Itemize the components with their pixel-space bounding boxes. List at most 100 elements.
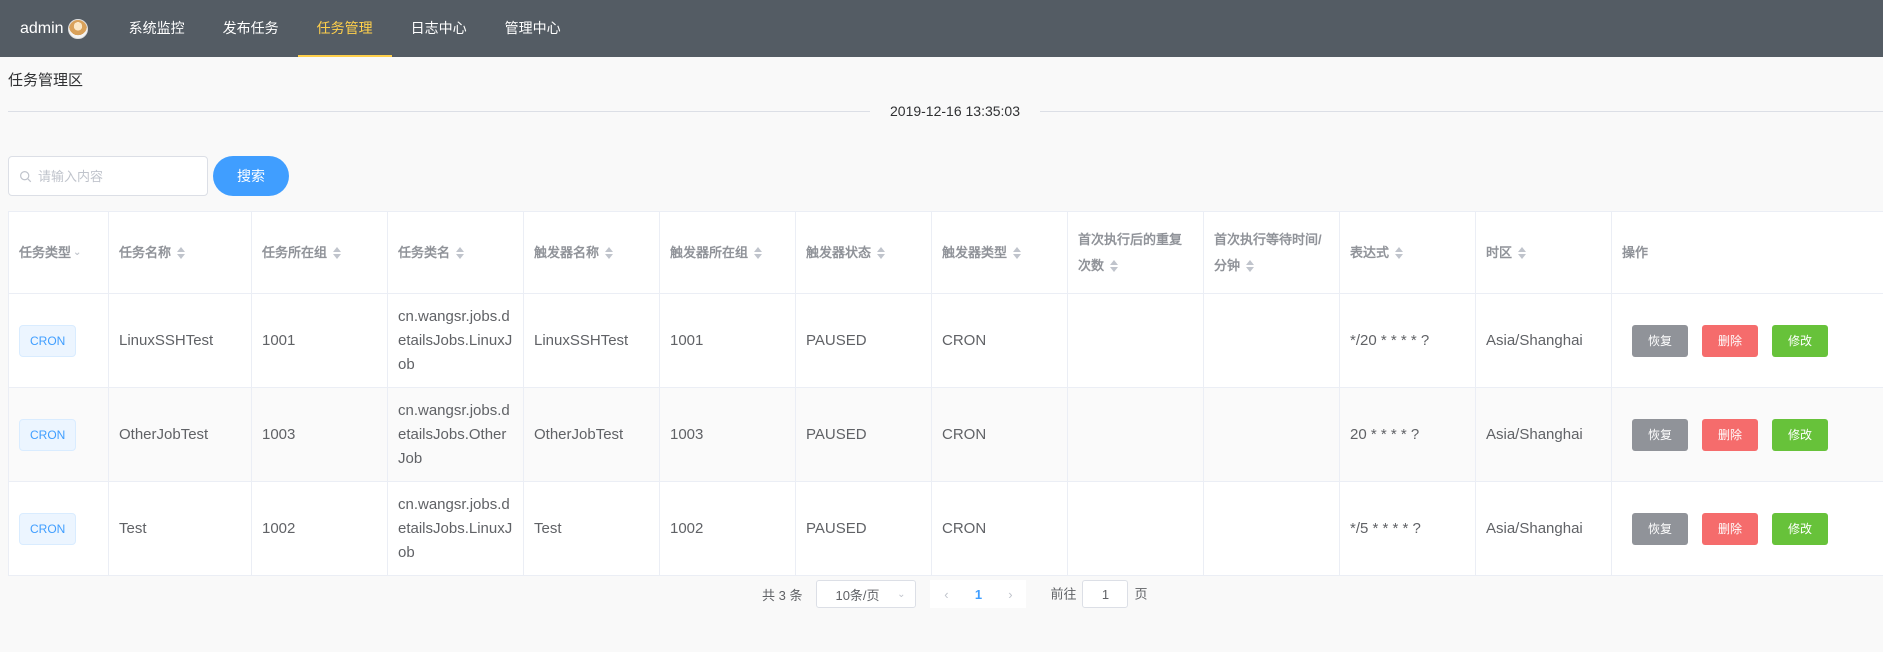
task-type-tag: CRON <box>19 324 77 357</box>
sort-icon[interactable] <box>332 246 342 259</box>
username: admin <box>20 19 64 37</box>
table-header-row: 任务类型 ⌄ 任务名称 任务所在组 任务类名 触发器名称 触发器所在组 触发器状态… <box>9 212 1883 294</box>
sort-icon[interactable] <box>876 246 886 259</box>
page-number[interactable]: 1 <box>962 587 994 602</box>
wait-minutes-cell <box>1204 388 1340 481</box>
task-group-cell: 1002 <box>252 482 388 575</box>
search-field[interactable] <box>8 156 208 196</box>
delete-button[interactable]: 删除 <box>1702 512 1758 545</box>
trigger-name-cell: OtherJobTest <box>524 388 660 481</box>
actions-cell: 恢复 删除 修改 <box>1612 388 1873 481</box>
sort-icon[interactable] <box>1109 260 1119 273</box>
restore-button[interactable]: 恢复 <box>1632 324 1688 357</box>
column-header-task-name[interactable]: 任务名称 <box>109 212 252 293</box>
trigger-group-cell: 1003 <box>660 388 796 481</box>
nav-item-log-center[interactable]: 日志中心 <box>392 0 486 57</box>
sort-icon[interactable] <box>176 246 186 259</box>
top-navbar: admin 系统监控 发布任务 任务管理 日志中心 管理中心 <box>0 0 1883 57</box>
nav-item-publish-task[interactable]: 发布任务 <box>204 0 298 57</box>
column-header-trigger-group[interactable]: 触发器所在组 <box>660 212 796 293</box>
sort-icon[interactable] <box>1394 246 1404 259</box>
edit-button[interactable]: 修改 <box>1772 324 1828 357</box>
search-input[interactable] <box>38 168 198 184</box>
trigger-name-cell: Test <box>524 482 660 575</box>
task-type-tag: CRON <box>19 418 77 451</box>
search-icon <box>20 170 32 182</box>
task-name-cell: LinuxSSHTest <box>109 294 252 387</box>
task-name-cell: OtherJobTest <box>109 388 252 481</box>
table-row: CRON LinuxSSHTest 1001 cn.wangsr.jobs.de… <box>9 294 1883 388</box>
task-type-tag: CRON <box>19 512 77 545</box>
prev-page-icon[interactable]: ‹ <box>930 587 962 602</box>
timestamp: 2019-12-16 13:35:03 <box>870 101 1040 121</box>
sort-icon[interactable] <box>1517 246 1527 259</box>
chevron-down-icon: ⌄ <box>73 246 82 258</box>
task-name-cell: Test <box>109 482 252 575</box>
repeat-count-cell <box>1068 294 1204 387</box>
actions-cell: 恢复 删除 修改 <box>1612 482 1873 575</box>
timezone-cell: Asia/Shanghai <box>1476 294 1612 387</box>
trigger-type-cell: CRON <box>932 482 1068 575</box>
sort-icon[interactable] <box>455 246 465 259</box>
nav-item-system-monitor[interactable]: 系统监控 <box>110 0 204 57</box>
page-jumper: 前往 页 <box>1050 580 1148 608</box>
expression-cell: 20 * * * * ? <box>1340 388 1476 481</box>
trigger-group-cell: 1001 <box>660 294 796 387</box>
expression-cell: */5 * * * * ? <box>1340 482 1476 575</box>
expression-cell: */20 * * * * ? <box>1340 294 1476 387</box>
section-title: 任务管理区 <box>8 72 84 89</box>
sort-icon[interactable] <box>753 246 763 259</box>
sort-icon[interactable] <box>1012 246 1022 259</box>
restore-button[interactable]: 恢复 <box>1632 512 1688 545</box>
column-header-task-group[interactable]: 任务所在组 <box>252 212 388 293</box>
edit-button[interactable]: 修改 <box>1772 418 1828 451</box>
page-size-select[interactable]: 10条/页 ⌄ <box>816 580 917 608</box>
avatar <box>67 18 88 39</box>
task-class-cell: cn.wangsr.jobs.detailsJobs.LinuxJob <box>388 294 524 387</box>
wait-minutes-cell <box>1204 294 1340 387</box>
nav-item-admin-center[interactable]: 管理中心 <box>486 0 580 57</box>
column-header-task-type[interactable]: 任务类型 ⌄ <box>9 212 109 293</box>
column-header-trigger-state[interactable]: 触发器状态 <box>796 212 932 293</box>
trigger-state-cell: PAUSED <box>796 482 932 575</box>
task-group-cell: 1003 <box>252 388 388 481</box>
repeat-count-cell <box>1068 482 1204 575</box>
wait-minutes-cell <box>1204 482 1340 575</box>
page-size-value: 10条/页 <box>835 587 880 603</box>
column-header-repeat-count[interactable]: 首次执行后的重复次数 <box>1068 212 1204 293</box>
goto-label: 前往 <box>1050 586 1077 602</box>
task-class-cell: cn.wangsr.jobs.detailsJobs.OtherJob <box>388 388 524 481</box>
column-header-actions: 操作 <box>1622 244 1649 260</box>
restore-button[interactable]: 恢复 <box>1632 418 1688 451</box>
column-header-trigger-type[interactable]: 触发器类型 <box>932 212 1068 293</box>
user-menu[interactable]: admin <box>0 0 110 57</box>
page-unit-label: 页 <box>1134 586 1148 602</box>
table-row: CRON Test 1002 cn.wangsr.jobs.detailsJob… <box>9 482 1883 576</box>
page-list: ‹ 1 › <box>930 580 1027 608</box>
search-button[interactable]: 搜索 <box>213 156 289 196</box>
column-header-task-class[interactable]: 任务类名 <box>388 212 524 293</box>
timezone-cell: Asia/Shanghai <box>1476 482 1612 575</box>
goto-page-input[interactable] <box>1082 580 1129 608</box>
nav-item-task-management[interactable]: 任务管理 <box>297 0 392 57</box>
column-header-trigger-name[interactable]: 触发器名称 <box>524 212 660 293</box>
total-count: 共 3 条 <box>762 587 803 603</box>
edit-button[interactable]: 修改 <box>1772 512 1828 545</box>
pagination: 共 3 条 10条/页 ⌄ ‹ 1 › 前往 页 <box>762 580 1148 608</box>
next-page-icon[interactable]: › <box>994 587 1026 602</box>
trigger-type-cell: CRON <box>932 294 1068 387</box>
column-header-timezone[interactable]: 时区 <box>1476 212 1612 293</box>
sort-icon[interactable] <box>1245 260 1255 273</box>
column-header-wait-minutes[interactable]: 首次执行等待时间/分钟 <box>1204 212 1340 293</box>
actions-cell: 恢复 删除 修改 <box>1612 294 1873 387</box>
trigger-name-cell: LinuxSSHTest <box>524 294 660 387</box>
trigger-state-cell: PAUSED <box>796 294 932 387</box>
sort-icon[interactable] <box>604 246 614 259</box>
column-header-expression[interactable]: 表达式 <box>1340 212 1476 293</box>
repeat-count-cell <box>1068 388 1204 481</box>
task-class-cell: cn.wangsr.jobs.detailsJobs.LinuxJob <box>388 482 524 575</box>
task-group-cell: 1001 <box>252 294 388 387</box>
delete-button[interactable]: 删除 <box>1702 324 1758 357</box>
table-row: CRON OtherJobTest 1003 cn.wangsr.jobs.de… <box>9 388 1883 482</box>
delete-button[interactable]: 删除 <box>1702 418 1758 451</box>
